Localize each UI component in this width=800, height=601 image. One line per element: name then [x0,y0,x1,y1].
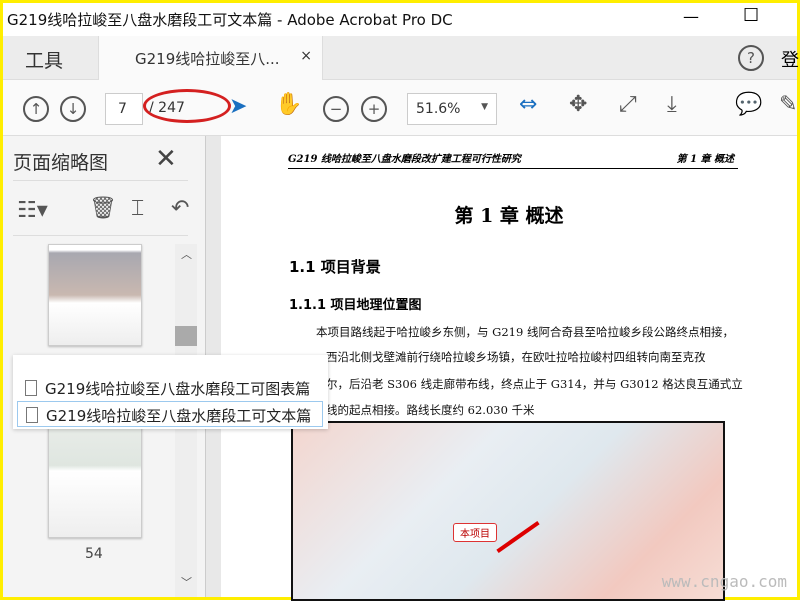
select-cursor-icon[interactable]: ➤ [229,94,247,119]
fit-page-icon[interactable]: ✥ [569,92,587,117]
help-icon[interactable]: ? [738,45,764,71]
tab-bar: 工具 G219线哈拉峻至八... × ? 登 [3,36,799,81]
zoom-in-icon[interactable]: + [361,96,387,122]
zoom-value: 51.6% [416,101,461,117]
pen-icon[interactable]: ✎ [779,92,797,117]
sign-in-button[interactable]: 登 [781,46,799,72]
document-icon [26,407,38,423]
close-tab-icon[interactable]: × [300,48,312,64]
scroll-up-icon: ︿ [181,248,192,261]
chapter-title: 第 1 章 概述 [454,205,564,227]
header-right: 第 1 章 概述 [676,154,734,165]
hand-tool-icon[interactable]: ✋ [275,92,302,117]
close-panel-icon[interactable]: ✕ [155,144,177,174]
subsection-heading: 1.1.1 项目地理位置图 [289,298,422,313]
file-item[interactable]: G219线哈拉峻至八盘水磨段工可图表篇 [17,375,323,401]
zoom-out-icon[interactable]: − [323,96,349,122]
map-label: 本项目 [453,523,497,542]
watermark: www.cngao.com [661,572,787,591]
delete-page-icon[interactable]: 🗑 [89,196,117,221]
extract-page-icon[interactable]: ⌶ [131,196,144,221]
options-menu-icon[interactable]: ☷▾ [17,198,48,223]
page-label: 54 [85,546,103,562]
file-list-popup: G219线哈拉峻至八盘水磨段工可图表篇 G219线哈拉峻至八盘水磨段工可文本篇 [13,355,328,429]
title-bar: G219线哈拉峻至八盘水磨段工可文本篇 - Adobe Acrobat Pro … [3,3,797,36]
fit-width-icon[interactable]: ⇔ [519,92,537,117]
divider [13,180,188,181]
rotate-page-icon[interactable]: ↶ [171,196,189,221]
paragraph-line: 尔，后沿老 S306 线走廊带布线，终点止于 G314，并与 G3012 格达良… [326,377,743,391]
paragraph-line: 线的起点相接。路线长度约 62.030 千米 [326,403,535,417]
scroll-down-icon: ﹀ [181,576,192,589]
paragraph-line: 西沿北侧戈壁滩前行绕哈拉峻乡场镇，在欧吐拉哈拉峻村四组转向南至克孜 [326,350,706,364]
running-header: G219 线哈拉峻至八盘水磨段改扩建工程可行性研究 第 1 章 概述 [288,150,738,169]
chevron-down-icon: ▼ [481,102,488,112]
maximize-button[interactable]: ☐ [743,5,759,26]
tab-document[interactable]: G219线哈拉峻至八... × [98,36,323,81]
full-screen-icon[interactable]: ⤢ [619,92,637,117]
prev-page-icon[interactable]: ↑ [23,96,49,122]
tab-tools[interactable]: 工具 [3,36,98,80]
tab-document-label: G219线哈拉峻至八... [135,50,280,68]
minimize-button[interactable]: — [683,7,699,26]
page-number-input[interactable]: 7 [105,93,143,125]
page-thumbnail[interactable] [48,244,142,346]
comment-icon[interactable]: 💬 [735,92,762,117]
header-left: G219 线哈拉峻至八盘水磨段改扩建工程可行性研究 [288,154,521,165]
toolbar: ↑ ↓ 7 / 247 ➤ ✋ − + 51.6% ▼ ⇔ ✥ ⤢ ⤓ 💬 ✎ [3,80,797,136]
scroll-thumb[interactable] [175,326,197,346]
location-map: 本项目 [291,421,725,601]
divider [13,235,188,236]
panel-title: 页面缩略图 [13,152,109,174]
document-icon [25,380,37,396]
file-item-selected[interactable]: G219线哈拉峻至八盘水磨段工可文本篇 [17,401,323,427]
page-thumbnail[interactable] [48,426,142,538]
zoom-select[interactable]: 51.6% ▼ [407,93,497,125]
scroll-mode-icon[interactable]: ⤓ [667,92,677,117]
file-name: G219线哈拉峻至八盘水磨段工可文本篇 [46,407,312,425]
file-name: G219线哈拉峻至八盘水磨段工可图表篇 [45,380,311,398]
route-line [496,521,540,553]
red-annotation-circle [143,89,231,123]
next-page-icon[interactable]: ↓ [60,96,86,122]
window-title: G219线哈拉峻至八盘水磨段工可文本篇 - Adobe Acrobat Pro … [7,11,453,29]
section-heading: 1.1 项目背景 [289,258,381,276]
paragraph-line: 本项目路线起于哈拉峻乡东侧，与 G219 线阿合奇县至哈拉峻乡段公路终点相接， [316,325,734,339]
